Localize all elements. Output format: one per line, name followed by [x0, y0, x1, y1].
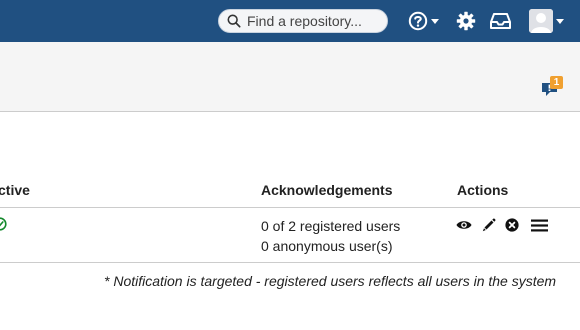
search-placeholder: Find a repository...	[247, 13, 362, 29]
edit-icon[interactable]	[482, 218, 496, 232]
help-icon	[408, 11, 428, 31]
chevron-down-icon	[431, 18, 439, 24]
table-header-divider	[0, 207, 580, 208]
column-header-acknowledgements: Acknowledgements	[261, 182, 393, 198]
user-menu-button[interactable]	[529, 9, 564, 33]
ack-anonymous-users: 0 anonymous user(s)	[261, 238, 393, 254]
menu-icon[interactable]	[531, 219, 548, 232]
gear-icon[interactable]	[456, 11, 476, 31]
table-row-divider	[0, 262, 580, 263]
avatar	[529, 9, 553, 33]
search-icon	[227, 14, 241, 28]
remove-icon[interactable]	[505, 218, 519, 232]
column-header-active: ctive	[0, 182, 30, 198]
help-menu-button[interactable]	[408, 11, 439, 31]
notification-button[interactable]: 1	[539, 76, 565, 102]
check-circle-icon	[0, 217, 7, 231]
view-icon[interactable]	[456, 219, 472, 231]
footnote: * Notification is targeted - registered …	[104, 273, 557, 289]
column-header-actions: Actions	[457, 182, 509, 198]
chevron-down-icon	[556, 18, 564, 24]
notification-count-badge: 1	[550, 76, 563, 89]
top-navigation-bar: Find a repository...	[0, 0, 580, 42]
user-icon	[529, 9, 553, 33]
inbox-icon[interactable]	[490, 11, 511, 31]
ack-registered-users: 0 of 2 registered users	[261, 218, 401, 234]
page-header	[0, 42, 580, 112]
search-input[interactable]: Find a repository...	[218, 9, 388, 33]
